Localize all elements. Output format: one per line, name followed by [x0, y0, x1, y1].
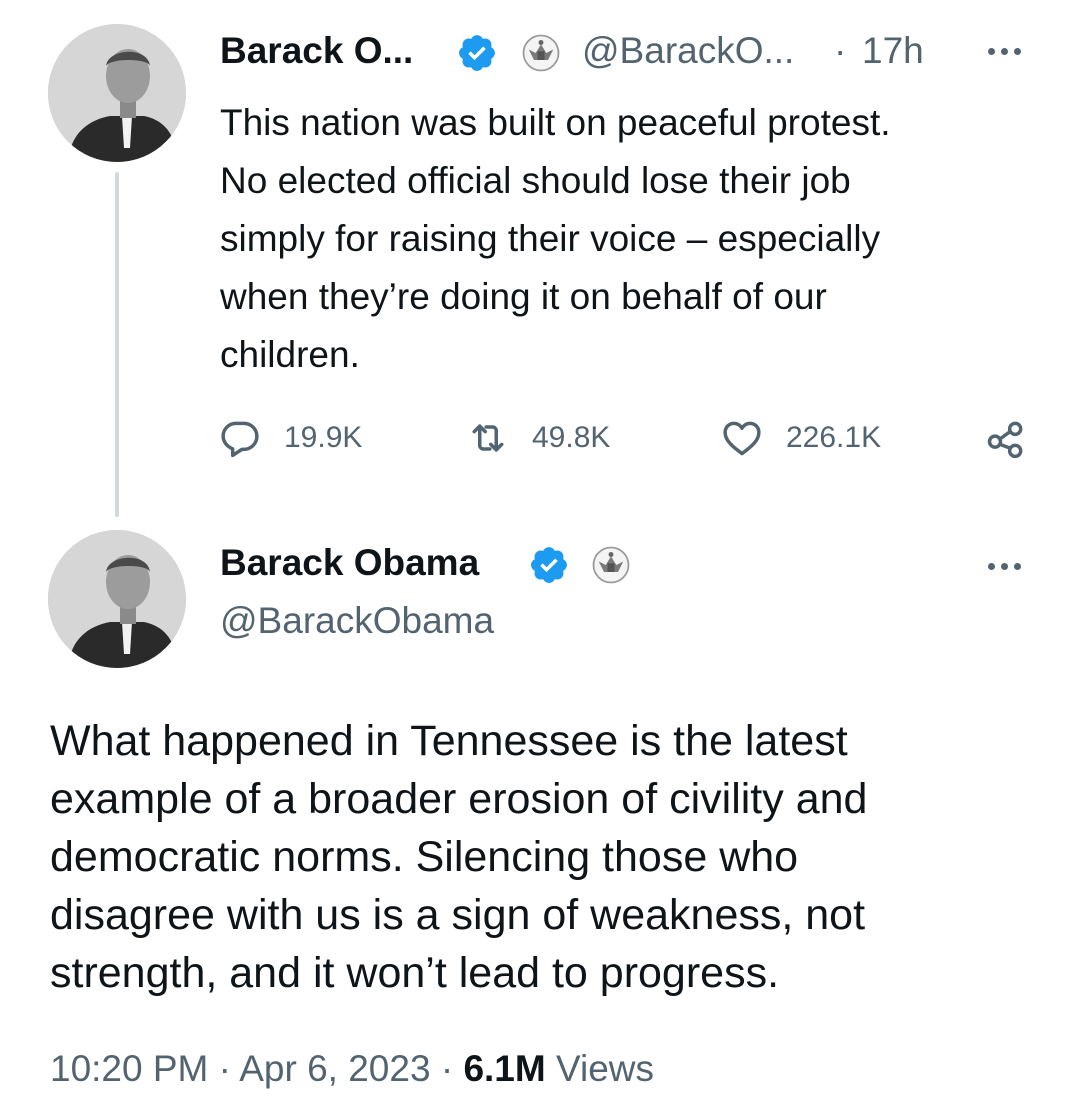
author-name[interactable]: Barack Obama — [220, 542, 479, 584]
thread-line — [115, 172, 119, 517]
tweet-text-line: example of a broader erosion of civility… — [50, 775, 868, 823]
like-button[interactable]: 226.1K — [720, 416, 881, 460]
share-button[interactable] — [984, 416, 1028, 460]
tweet-text-line: No elected official should lose their jo… — [220, 160, 851, 201]
tweet-text-line: strength, and it won’t lead to progress. — [50, 949, 780, 997]
tweet-date[interactable]: Apr 6, 2023 — [239, 1048, 430, 1089]
time-separator: · — [834, 30, 847, 71]
tweet-text: What happened in Tennessee is the latest… — [50, 712, 1030, 1002]
reply-count: 19.9K — [284, 421, 363, 454]
reply-icon — [221, 421, 259, 458]
meta-separator: · — [218, 1048, 231, 1089]
like-count: 226.1K — [786, 421, 882, 454]
tweet-text-line: democratic norms. Silencing those who — [50, 833, 799, 881]
retweet-icon — [472, 424, 504, 452]
more-icon[interactable] — [988, 563, 1021, 570]
avatar-parent[interactable] — [48, 24, 186, 162]
views-count: 6.1M — [463, 1048, 546, 1089]
verified-badge-icon — [528, 544, 570, 586]
government-seal-icon — [520, 32, 562, 74]
tweet-time[interactable]: 17h — [862, 30, 924, 72]
author-name[interactable]: Barack O... — [220, 30, 413, 72]
tweet-time[interactable]: 10:20 PM — [50, 1048, 208, 1089]
author-handle[interactable]: @BarackO... — [582, 30, 794, 72]
author-handle[interactable]: @BarackObama — [220, 600, 494, 642]
tweet-text-line: children. — [220, 334, 360, 375]
views-label: Views — [555, 1048, 655, 1089]
verified-badge-icon — [456, 32, 498, 74]
retweet-count: 49.8K — [532, 421, 611, 454]
tweet-metadata: 10:20 PM · Apr 6, 2023 · 6.1M Views — [50, 1048, 654, 1090]
government-seal-icon — [590, 544, 632, 586]
avatar-main[interactable] — [48, 530, 186, 668]
tweet-text-line: This nation was built on peaceful protes… — [220, 102, 891, 143]
tweet-text-line: when they’re doing it on behalf of our — [220, 276, 827, 317]
tweet-text-line: simply for raising their voice – especia… — [220, 218, 881, 259]
share-icon — [987, 421, 1023, 459]
more-icon[interactable] — [988, 48, 1021, 55]
heart-icon — [723, 421, 761, 456]
tweet-text: This nation was built on peaceful protes… — [220, 94, 1020, 384]
meta-separator: · — [440, 1048, 454, 1089]
tweet-text-line: disagree with us is a sign of weakness, … — [50, 891, 866, 939]
retweet-button[interactable]: 49.8K — [466, 416, 610, 460]
tweet-text-line: What happened in Tennessee is the latest — [50, 717, 848, 765]
reply-button[interactable]: 19.9K — [218, 416, 362, 460]
